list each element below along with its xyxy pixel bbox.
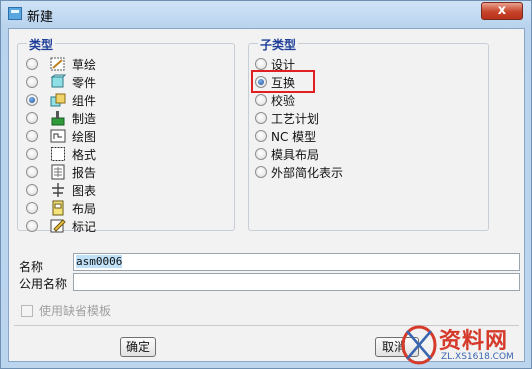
use-default-template-checkbox[interactable]	[21, 304, 33, 317]
highlight-box	[251, 70, 315, 93]
watermark-text: 资料网	[439, 329, 509, 354]
diagram-icon	[50, 182, 66, 198]
common-name-label: 公用名称	[19, 277, 68, 291]
name-label: 名称	[19, 260, 44, 274]
watermark-logo-icon	[401, 325, 437, 365]
assembly-icon	[50, 92, 66, 108]
subtype-option-process-plan[interactable]: 工艺计划	[255, 110, 319, 126]
subtype-option-external-simplified-rep[interactable]: 外部简化表示	[255, 164, 343, 180]
window-title: 新建	[27, 10, 54, 25]
window-icon	[8, 7, 22, 20]
radio-button[interactable]	[26, 184, 38, 196]
type-group: 类型 草绘 零件 组件 制造 绘图 格式 报告 图表 布局 标记	[17, 36, 235, 234]
radio-button[interactable]	[255, 166, 267, 178]
close-button[interactable]: x	[481, 2, 523, 20]
subtype-label: 工艺计划	[271, 111, 320, 126]
type-label: 零件	[72, 75, 97, 90]
subtype-label: NC 模型	[271, 129, 317, 144]
format-icon	[50, 146, 66, 162]
type-option-drawing[interactable]: 绘图	[26, 128, 96, 144]
type-label: 草绘	[72, 57, 97, 72]
radio-button[interactable]	[255, 148, 267, 160]
type-label: 格式	[72, 147, 97, 162]
radio-button[interactable]	[26, 148, 38, 160]
subtype-group-title: 子类型	[258, 36, 299, 53]
subtype-option-verify[interactable]: 校验	[255, 92, 295, 108]
type-label: 绘图	[72, 129, 97, 144]
radio-button[interactable]	[26, 58, 38, 70]
report-icon	[50, 164, 66, 180]
drawing-icon	[50, 128, 66, 144]
subtype-label: 模具布局	[271, 147, 320, 162]
name-field[interactable]: asm0006	[73, 253, 520, 271]
radio-button[interactable]	[26, 130, 38, 142]
type-label: 制造	[72, 111, 97, 126]
name-value: asm0006	[76, 255, 123, 268]
type-option-diagram[interactable]: 图表	[26, 182, 96, 198]
type-label: 组件	[72, 93, 97, 108]
radio-button[interactable]	[26, 76, 38, 88]
subtype-option-mold-layout[interactable]: 模具布局	[255, 146, 319, 162]
type-option-layout[interactable]: 布局	[26, 200, 96, 216]
radio-button[interactable]	[26, 220, 38, 232]
dialog-body: 类型 草绘 零件 组件 制造 绘图 格式 报告 图表 布局 标记 子类型 设计 …	[8, 28, 525, 362]
type-option-sketch[interactable]: 草绘	[26, 56, 96, 72]
sketch-icon	[50, 56, 66, 72]
type-option-markup[interactable]: 标记	[26, 218, 96, 234]
type-group-title: 类型	[27, 36, 56, 53]
ok-button[interactable]: 确定	[120, 337, 156, 357]
radio-button[interactable]	[26, 112, 38, 124]
new-dialog-window: 新建 x 类型 草绘 零件 组件 制造 绘图 格式 报告 图表 布局 标记 子类…	[0, 0, 532, 369]
type-option-part[interactable]: 零件	[26, 74, 96, 90]
radio-button[interactable]	[26, 202, 38, 214]
markup-icon	[50, 218, 66, 234]
radio-button[interactable]	[255, 130, 267, 142]
type-label: 图表	[72, 183, 97, 198]
radio-button[interactable]	[255, 58, 267, 70]
subtype-label: 校验	[271, 93, 296, 108]
layout-icon	[50, 200, 66, 216]
part-icon	[50, 74, 66, 90]
type-option-assembly[interactable]: 组件	[26, 92, 96, 108]
title-bar[interactable]: 新建 x	[1, 1, 531, 27]
type-label: 布局	[72, 201, 97, 216]
radio-button[interactable]	[26, 166, 38, 178]
type-option-report[interactable]: 报告	[26, 164, 96, 180]
manufacturing-icon	[50, 110, 66, 126]
radio-button-selected[interactable]	[26, 94, 38, 106]
watermark-url: ZL.XS1618.COM	[441, 352, 514, 362]
watermark: 资料网 ZL.XS1618.COM	[397, 321, 532, 369]
type-label: 标记	[72, 219, 97, 234]
subtype-option-nc-model[interactable]: NC 模型	[255, 128, 316, 144]
common-name-field[interactable]	[73, 273, 520, 291]
subtype-label: 外部简化表示	[271, 165, 344, 180]
type-label: 报告	[72, 165, 97, 180]
radio-button[interactable]	[255, 94, 267, 106]
use-default-template-label: 使用缺省模板	[39, 304, 112, 318]
radio-button[interactable]	[255, 112, 267, 124]
use-default-template-option[interactable]: 使用缺省模板	[21, 302, 111, 319]
type-option-format[interactable]: 格式	[26, 146, 96, 162]
type-option-manufacturing[interactable]: 制造	[26, 110, 96, 126]
